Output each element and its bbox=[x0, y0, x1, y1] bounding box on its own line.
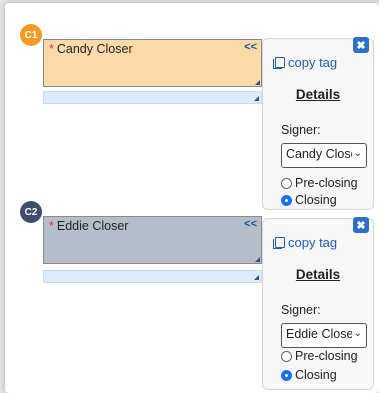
field-label: * Candy Closer bbox=[49, 42, 133, 56]
tag-details-panel: ✖ copy tag Details Signer: Candy Closer … bbox=[262, 37, 374, 210]
radio-button-selected[interactable] bbox=[281, 369, 292, 381]
radio-button-selected[interactable] bbox=[281, 194, 292, 206]
signer-select[interactable]: Candy Closer ⌄ bbox=[281, 143, 367, 168]
resize-handle[interactable] bbox=[254, 275, 259, 280]
chevron-down-icon: ⌄ bbox=[353, 148, 362, 159]
copy-icon bbox=[273, 237, 285, 249]
field-label: * Eddie Closer bbox=[49, 219, 129, 233]
signer-badge: C1 bbox=[20, 24, 42, 46]
radio-pre-closing[interactable]: Pre-closing bbox=[281, 176, 358, 190]
details-heading[interactable]: Details bbox=[263, 87, 373, 102]
collapse-button[interactable]: << bbox=[244, 218, 257, 230]
resize-handle[interactable] bbox=[254, 96, 259, 101]
details-heading[interactable]: Details bbox=[263, 267, 373, 282]
signer-label: Signer: bbox=[281, 123, 321, 137]
signer-select[interactable]: Eddie Closer ⌄ bbox=[281, 323, 367, 348]
copy-tag-link[interactable]: copy tag bbox=[273, 235, 337, 250]
signer-label: Signer: bbox=[281, 303, 321, 317]
signer-badge: C2 bbox=[20, 201, 42, 223]
chevron-down-icon: ⌄ bbox=[353, 328, 362, 339]
close-icon[interactable]: ✖ bbox=[353, 217, 369, 233]
resize-handle[interactable] bbox=[255, 80, 260, 85]
field-extension-strip[interactable] bbox=[43, 91, 262, 104]
tag-details-panel: ✖ copy tag Details Signer: Eddie Closer … bbox=[262, 217, 374, 390]
close-icon[interactable]: ✖ bbox=[353, 37, 369, 53]
field-extension-strip[interactable] bbox=[43, 270, 262, 283]
copy-icon bbox=[273, 57, 285, 69]
resize-handle[interactable] bbox=[255, 257, 260, 262]
signature-field[interactable]: * Candy Closer << bbox=[43, 39, 262, 87]
copy-tag-link[interactable]: copy tag bbox=[273, 55, 337, 70]
radio-closing[interactable]: Closing bbox=[281, 193, 337, 207]
collapse-button[interactable]: << bbox=[244, 41, 257, 53]
radio-pre-closing[interactable]: Pre-closing bbox=[281, 349, 358, 363]
radio-button[interactable] bbox=[281, 177, 292, 189]
radio-closing[interactable]: Closing bbox=[281, 368, 337, 382]
radio-button[interactable] bbox=[281, 350, 292, 362]
signature-field[interactable]: * Eddie Closer << bbox=[43, 216, 262, 264]
